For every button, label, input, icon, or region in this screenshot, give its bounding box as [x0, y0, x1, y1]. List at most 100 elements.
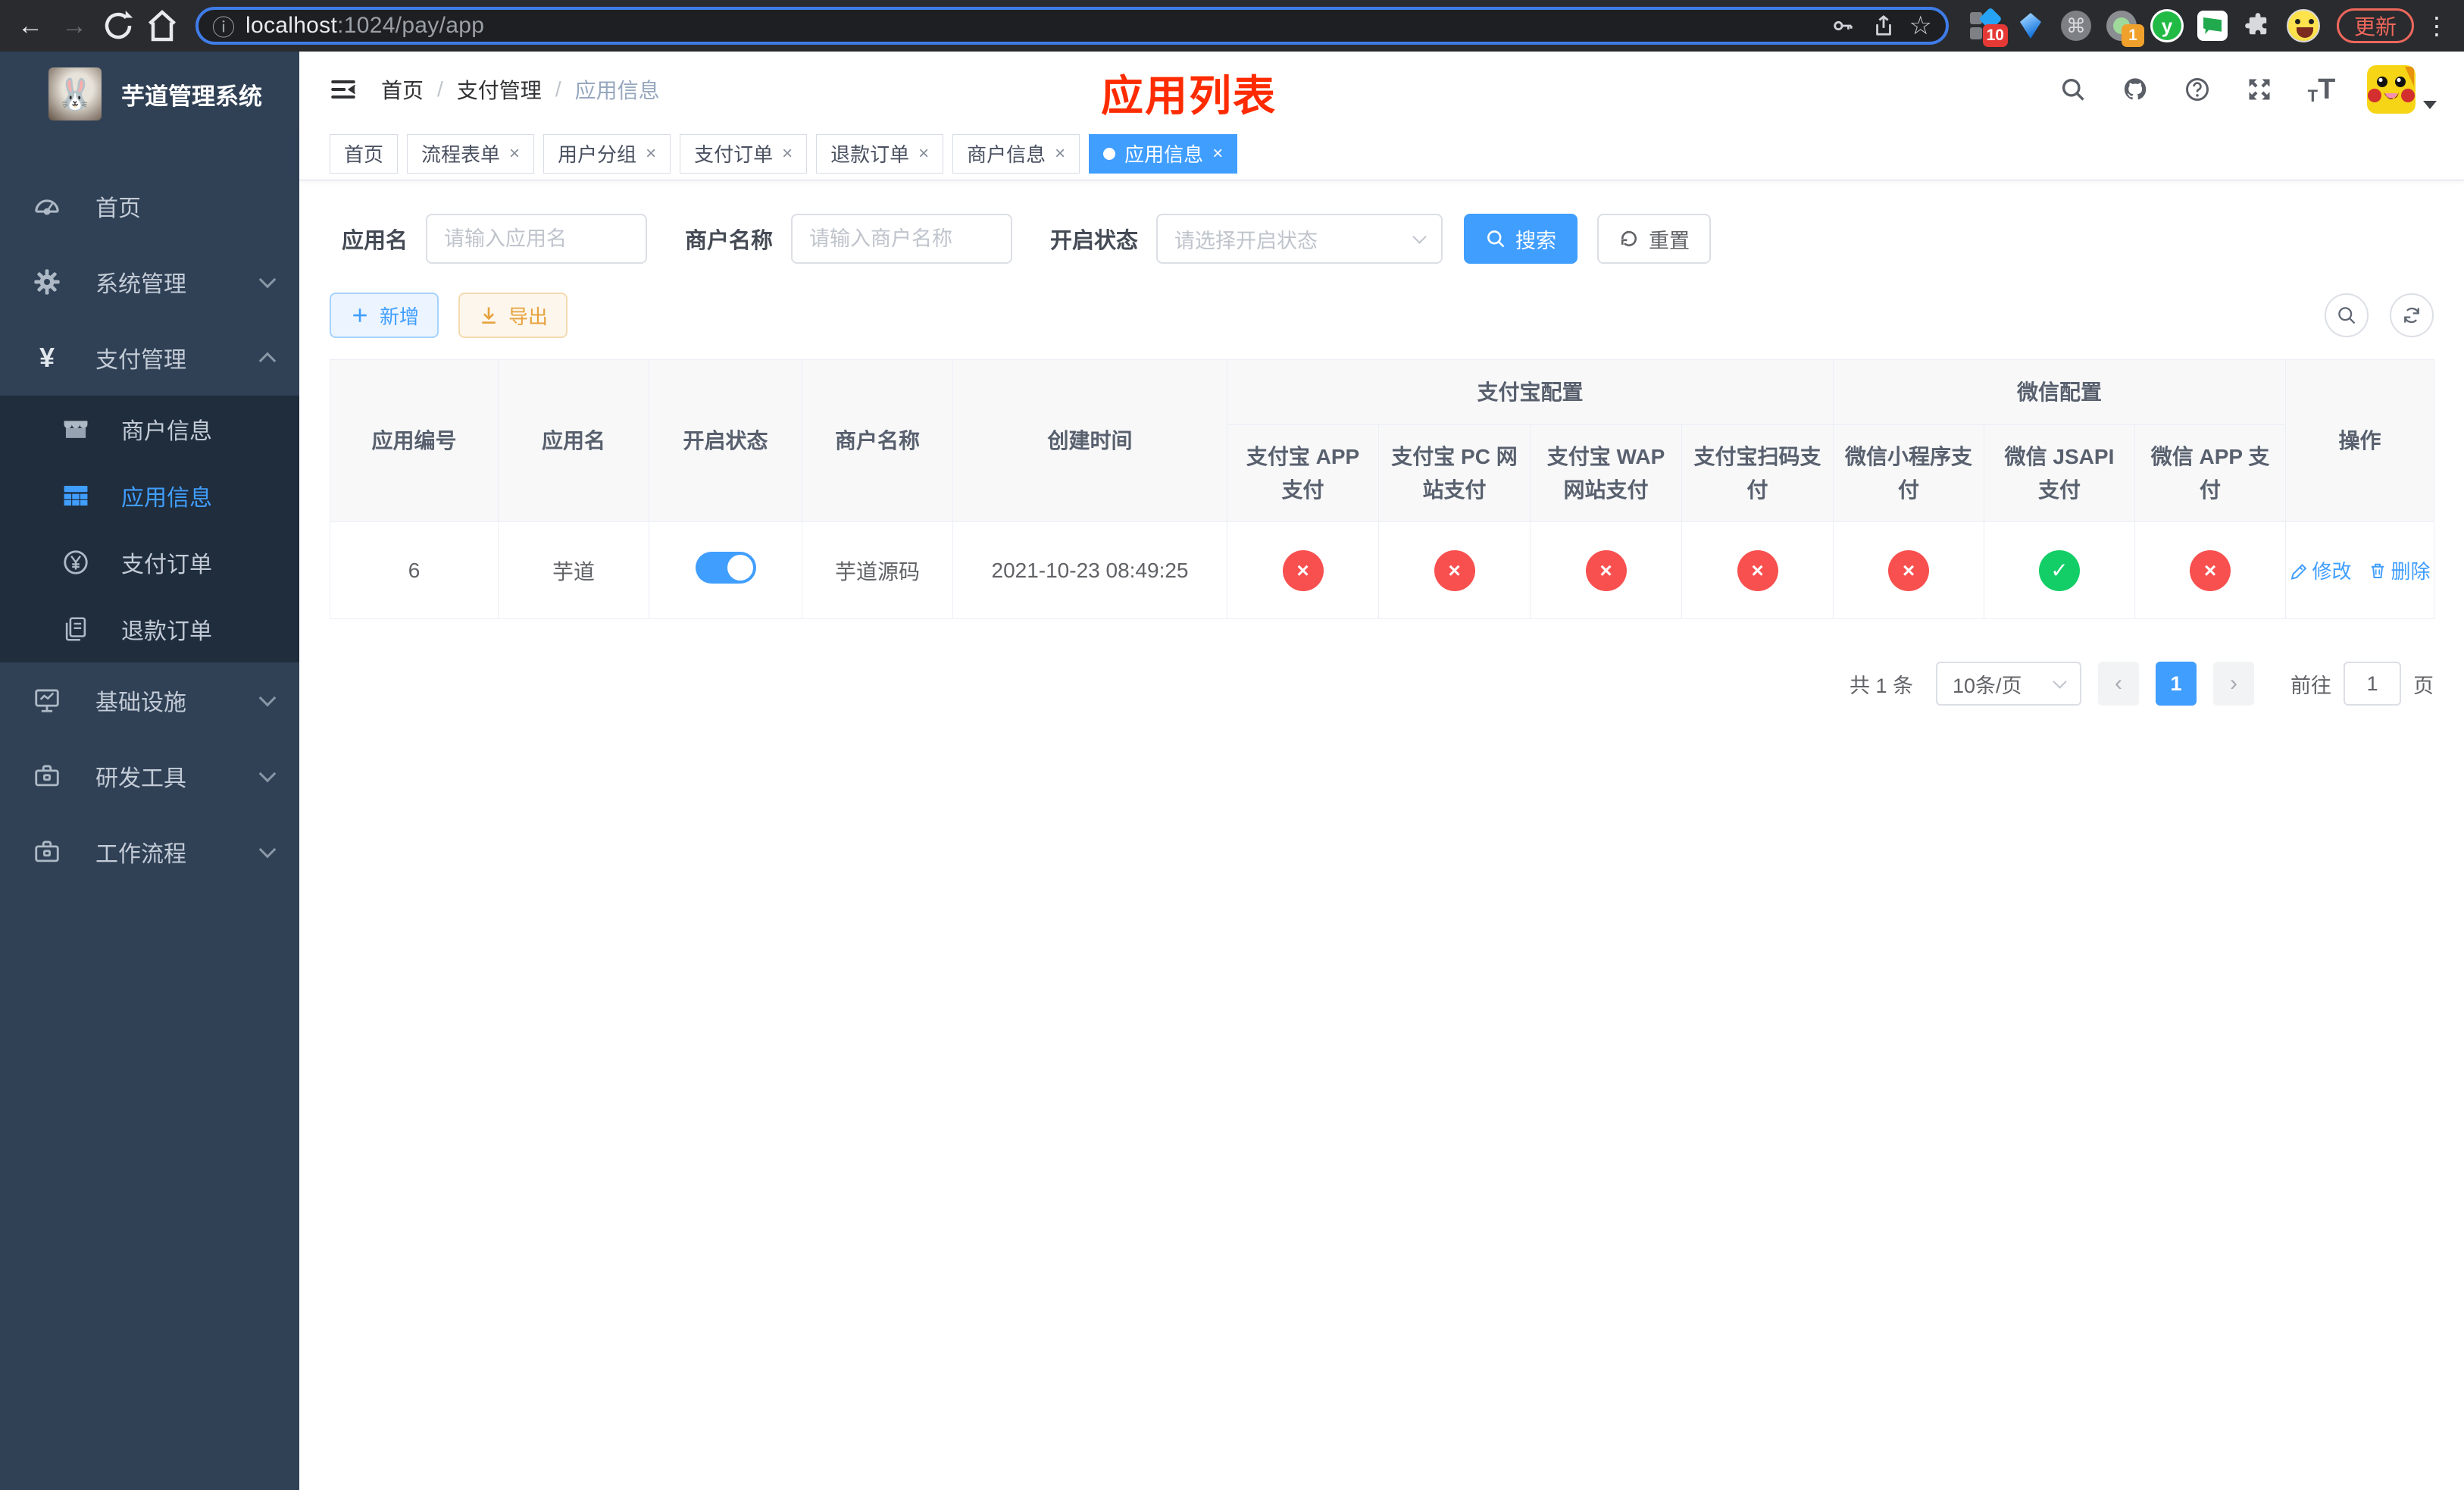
- browser-forward-button[interactable]: →: [56, 8, 92, 44]
- sidebar-item-workflow[interactable]: 工作流程: [0, 814, 299, 890]
- extension-gem-icon[interactable]: [2014, 9, 2047, 42]
- sidebar-item-dev-tools[interactable]: 研发工具: [0, 738, 299, 814]
- app-table: 应用编号 应用名 开启状态 商户名称 创建时间 支付宝配置 微信配置 操作 支付…: [330, 359, 2435, 619]
- edit-link[interactable]: 修改: [2290, 556, 2352, 584]
- col-app-name: 应用名: [498, 359, 649, 522]
- url-text[interactable]: localhost:1024/pay/app: [245, 13, 484, 39]
- pencil-icon: [2290, 563, 2306, 580]
- tag-app-info[interactable]: 应用信息: [1089, 133, 1238, 174]
- browser-reload-button[interactable]: [100, 8, 136, 44]
- share-icon[interactable]: [1868, 11, 1899, 41]
- breadcrumb-payment[interactable]: 支付管理: [457, 74, 542, 105]
- close-icon[interactable]: [646, 143, 656, 164]
- row-status-toggle[interactable]: [695, 552, 756, 584]
- sidebar-item-app-info[interactable]: 应用信息: [0, 462, 299, 529]
- download-icon: [482, 307, 496, 324]
- export-button[interactable]: 导出: [458, 293, 568, 338]
- reset-button-label: 重置: [1649, 229, 1690, 252]
- dashboard-icon: [30, 192, 64, 221]
- sidebar-item-refund-order[interactable]: 退款订单: [0, 596, 299, 662]
- help-icon[interactable]: [2181, 73, 2214, 106]
- sidebar-item-merchant-info[interactable]: 商户信息: [0, 396, 299, 462]
- page-title-annotation: 应用列表: [1101, 72, 1277, 120]
- sidebar-item-system[interactable]: 系统管理: [0, 244, 299, 320]
- close-icon[interactable]: [782, 143, 793, 164]
- search-icon[interactable]: [2056, 73, 2090, 106]
- cell-wechat-mini: ×: [1833, 521, 1985, 619]
- fullscreen-icon[interactable]: [2243, 73, 2276, 106]
- extensions-puzzle-icon[interactable]: [2241, 9, 2275, 42]
- sidebar-collapse-icon[interactable]: [327, 73, 360, 106]
- col-app-id: 应用编号: [330, 359, 499, 522]
- tags-view: 首页 流程表单 用户分组 支付订单 退款订单 商户信息 应用信息: [299, 127, 2464, 180]
- refresh-icon: [2404, 307, 2419, 324]
- extension-blocks-icon[interactable]: 10: [1968, 7, 2008, 47]
- pagination: 共 1 条 10条/页 1 前往 页: [330, 662, 2434, 706]
- extensions-strip: 10 1 y: [1964, 7, 2325, 47]
- user-avatar-menu[interactable]: [2367, 65, 2437, 114]
- tag-process-form[interactable]: 流程表单: [407, 133, 535, 174]
- col-wechat-mini: 微信小程序支付: [1833, 424, 1985, 522]
- sidebar-item-home[interactable]: 首页: [0, 168, 299, 244]
- chat-shape: [2197, 11, 2228, 41]
- cell-created: 2021-10-23 08:49:25: [952, 521, 1227, 619]
- delete-link[interactable]: 删除: [2369, 556, 2431, 584]
- close-icon[interactable]: [918, 143, 929, 164]
- browser-home-button[interactable]: [144, 8, 180, 44]
- status-check-icon: ✓: [2039, 549, 2081, 591]
- plus-icon: [353, 308, 367, 322]
- github-icon[interactable]: [2118, 73, 2152, 106]
- reset-button[interactable]: 重置: [1597, 214, 1712, 264]
- tag-home[interactable]: 首页: [330, 133, 399, 174]
- browser-back-button[interactable]: ←: [12, 8, 48, 44]
- extension-camera-icon[interactable]: 1: [2105, 9, 2144, 47]
- search-button[interactable]: 搜索: [1464, 214, 1578, 264]
- add-button[interactable]: 新增: [330, 293, 439, 338]
- extension-chat-icon[interactable]: [2196, 9, 2229, 42]
- tag-user-group[interactable]: 用户分组: [543, 133, 671, 174]
- sidebar-logo-row[interactable]: 🐰 芋道管理系统: [0, 52, 299, 136]
- page-number-active[interactable]: 1: [2156, 662, 2197, 706]
- hide-search-button[interactable]: [2325, 293, 2369, 337]
- chrome-update-button[interactable]: 更新: [2336, 8, 2414, 43]
- password-key-icon[interactable]: [1828, 11, 1858, 41]
- tag-refund-order[interactable]: 退款订单: [816, 133, 944, 174]
- col-group-wechat: 微信配置: [1833, 359, 2287, 425]
- app-name-input[interactable]: [426, 214, 648, 264]
- app-logo: 🐰: [48, 67, 102, 121]
- gear-icon: [30, 268, 64, 296]
- extension-command-icon[interactable]: [2059, 9, 2093, 42]
- goto-page-input[interactable]: [2344, 662, 2401, 706]
- status-select[interactable]: 请选择开启状态: [1156, 214, 1443, 264]
- sidebar-menu: 首页 系统管理 ¥ 支付管理 商户信息 应用信息 支付订单 退款订单 基础设施 …: [0, 168, 299, 890]
- profile-avatar-icon[interactable]: [2286, 9, 2320, 42]
- page-size-select[interactable]: 10条/页: [1936, 662, 2081, 706]
- address-bar[interactable]: ⓘ localhost:1024/pay/app: [195, 7, 1949, 45]
- prev-page-button[interactable]: [2098, 662, 2139, 706]
- col-merchant: 商户名称: [802, 359, 953, 522]
- col-wechat-app: 微信 APP 支付: [2134, 424, 2287, 522]
- close-icon[interactable]: [1212, 143, 1223, 164]
- site-info-icon[interactable]: ⓘ: [212, 9, 235, 42]
- tag-pay-order[interactable]: 支付订单: [680, 133, 808, 174]
- tag-merchant-info[interactable]: 商户信息: [952, 133, 1080, 174]
- browser-menu-icon[interactable]: [2422, 11, 2452, 40]
- font-size-icon[interactable]: [2305, 73, 2338, 106]
- refresh-table-button[interactable]: [2390, 293, 2434, 337]
- merchant-name-input[interactable]: [791, 214, 1013, 264]
- sidebar-item-payment[interactable]: ¥ 支付管理: [0, 320, 299, 396]
- tag-label: 首页: [344, 143, 384, 166]
- sidebar-item-infra[interactable]: 基础设施: [0, 662, 299, 738]
- bookmark-star-icon[interactable]: [1909, 11, 1932, 41]
- close-icon[interactable]: [509, 143, 520, 164]
- sidebar-item-pay-order[interactable]: 支付订单: [0, 529, 299, 596]
- refresh-icon: [1621, 230, 1637, 246]
- next-page-button[interactable]: [2213, 662, 2254, 706]
- breadcrumb-home[interactable]: 首页: [381, 74, 424, 105]
- cell-actions: 修改 删除: [2285, 521, 2435, 619]
- briefcase-icon: [30, 837, 64, 866]
- extension-badge-count: 10: [1982, 24, 2008, 47]
- close-icon[interactable]: [1055, 143, 1065, 164]
- extension-y-icon[interactable]: y: [2150, 9, 2184, 42]
- col-alipay-qr: 支付宝扫码支付: [1681, 424, 1834, 522]
